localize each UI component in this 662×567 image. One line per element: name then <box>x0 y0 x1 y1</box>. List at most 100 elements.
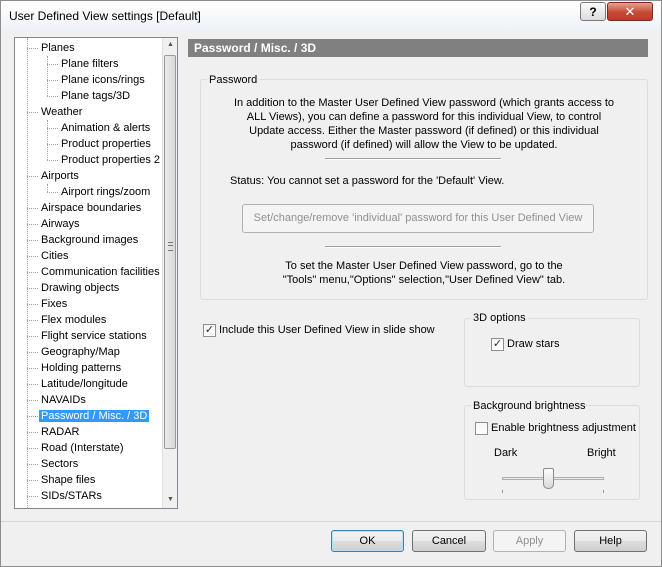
scroll-up-icon[interactable]: ▲ <box>166 41 175 48</box>
3d-options-label: 3D options <box>471 312 528 324</box>
set-password-button[interactable]: Set/change/remove 'individual' password … <box>242 204 594 233</box>
tree-item[interactable]: Geography/Map <box>39 344 122 360</box>
tree-item-label: SIDs/STARs <box>41 490 102 502</box>
bright-label: Bright <box>587 447 616 459</box>
tree-connector <box>47 160 58 161</box>
scroll-down-icon[interactable]: ▼ <box>166 496 175 503</box>
password-intro: In addition to the Master User Defined V… <box>211 96 637 152</box>
tree-item-label: Plane icons/rings <box>61 74 145 86</box>
divider <box>325 246 501 248</box>
tree-item-label: Sectors <box>41 458 79 470</box>
tree-connector <box>27 352 38 353</box>
intro-line: Update access. Either the Master passwor… <box>249 125 599 137</box>
tree-item[interactable]: Product properties <box>59 136 153 152</box>
slideshow-label[interactable]: Include this User Defined View in slide … <box>219 324 435 336</box>
tree-connector <box>27 38 28 508</box>
tree-connector <box>47 192 58 193</box>
tree-connector <box>27 320 38 321</box>
tree-item[interactable]: Airways <box>39 216 82 232</box>
tree-connector <box>27 208 38 209</box>
footer-divider <box>1 521 661 522</box>
tree-item[interactable]: Plane tags/3D <box>59 88 132 104</box>
enable-brightness-checkbox[interactable] <box>475 422 488 435</box>
tree-item[interactable]: Latitude/longitude <box>39 376 130 392</box>
tree-item[interactable]: Fixes <box>39 296 69 312</box>
title-bar[interactable]: User Defined View settings [Default] ? ✕ <box>1 1 661 31</box>
tree-item-label: Planes <box>41 42 75 54</box>
tree-item[interactable]: Drawing objects <box>39 280 121 296</box>
tree-connector <box>27 224 38 225</box>
help-title-button[interactable]: ? <box>580 2 606 21</box>
settings-tree[interactable]: ▲ ▼ Planes Plane filters Plane icons/rings… <box>14 37 178 509</box>
tree-connector <box>27 480 38 481</box>
tree-item[interactable]: Planes <box>39 40 77 56</box>
master-line: "Tools" menu,"Options" selection,"User D… <box>282 274 566 286</box>
tree-item[interactable]: Plane icons/rings <box>59 72 147 88</box>
divider <box>325 158 501 160</box>
tree-item[interactable]: Airspace boundaries <box>39 200 143 216</box>
tree-item[interactable]: RADAR <box>39 424 82 440</box>
tree-item-label: Holding patterns <box>41 362 122 374</box>
close-button[interactable]: ✕ <box>607 2 653 21</box>
tree-item[interactable]: Communication facilities <box>39 264 162 280</box>
tree-item[interactable]: Cities <box>39 248 71 264</box>
slideshow-checkbox[interactable]: ✓ <box>203 324 216 337</box>
tree-item-label: Fixes <box>41 298 68 310</box>
tree-item[interactable]: Airports <box>39 168 81 184</box>
tree-item-label: RADAR <box>41 426 80 438</box>
password-status: Status: You cannot set a password for th… <box>230 175 505 187</box>
enable-brightness-label[interactable]: Enable brightness adjustment <box>491 422 636 434</box>
tree-item-label: Drawing objects <box>41 282 120 294</box>
tree-scrollbar[interactable]: ▲ ▼ <box>162 38 177 508</box>
tree-item-label: Animation & alerts <box>61 122 151 134</box>
tree-item[interactable]: Airport rings/zoom <box>59 184 152 200</box>
tree-item[interactable]: NAVAIDs <box>39 392 88 408</box>
tree-item[interactable]: Product properties 2 <box>59 152 162 168</box>
tree-connector <box>47 64 58 65</box>
brightness-slider-thumb[interactable] <box>542 468 554 489</box>
cancel-button[interactable]: Cancel <box>412 530 486 552</box>
tree-item[interactable]: Flex modules <box>39 312 108 328</box>
tree-item-label: Airways <box>41 218 80 230</box>
tree-item-selected[interactable]: Password / Misc. / 3D <box>39 408 150 424</box>
tree-item[interactable]: Plane filters <box>59 56 120 72</box>
grip-icon <box>168 242 173 251</box>
tree-item-label: Background images <box>41 234 139 246</box>
tree-connector <box>27 416 38 417</box>
intro-line: password (if defined) will allow the Vie… <box>290 139 558 151</box>
apply-button[interactable]: Apply <box>493 530 566 552</box>
tree-connector <box>47 56 48 96</box>
tree-connector <box>27 304 38 305</box>
tree-item[interactable]: Background images <box>39 232 140 248</box>
tree-connector <box>27 432 38 433</box>
intro-line: ALL Views), you can define a password fo… <box>246 111 602 123</box>
tree-item[interactable]: Sectors <box>39 456 80 472</box>
tree-item[interactable]: Holding patterns <box>39 360 123 376</box>
draw-stars-label[interactable]: Draw stars <box>507 338 560 350</box>
tree-item-label: Latitude/longitude <box>41 378 128 390</box>
ok-button[interactable]: OK <box>331 530 404 552</box>
draw-stars-checkbox[interactable]: ✓ <box>491 338 504 351</box>
tree-item[interactable]: Weather <box>39 104 84 120</box>
tree-connector <box>47 184 48 192</box>
tree-connector <box>27 48 38 49</box>
tree-item[interactable]: Shape files <box>39 472 97 488</box>
tree-item[interactable]: Flight service stations <box>39 328 149 344</box>
scrollbar-thumb[interactable] <box>164 55 176 449</box>
tree-connector <box>27 256 38 257</box>
tree-item-label: Communication facilities <box>41 266 160 278</box>
help-button[interactable]: Help <box>574 530 647 552</box>
tree-connector <box>27 176 38 177</box>
tree-item-label: Geography/Map <box>41 346 120 358</box>
tree-connector <box>47 80 58 81</box>
tree-item[interactable]: Animation & alerts <box>59 120 152 136</box>
tree-connector <box>27 240 38 241</box>
tree-item-label: Weather <box>41 106 83 118</box>
tree-connector <box>47 96 58 97</box>
tree-item-label: Plane tags/3D <box>61 90 131 102</box>
slider-tick <box>502 490 503 493</box>
tree-item[interactable]: SIDs/STARs <box>39 488 104 504</box>
section-header: Password / Misc. / 3D <box>188 39 648 57</box>
tree-connector <box>27 400 38 401</box>
tree-item[interactable]: Road (Interstate) <box>39 440 126 456</box>
